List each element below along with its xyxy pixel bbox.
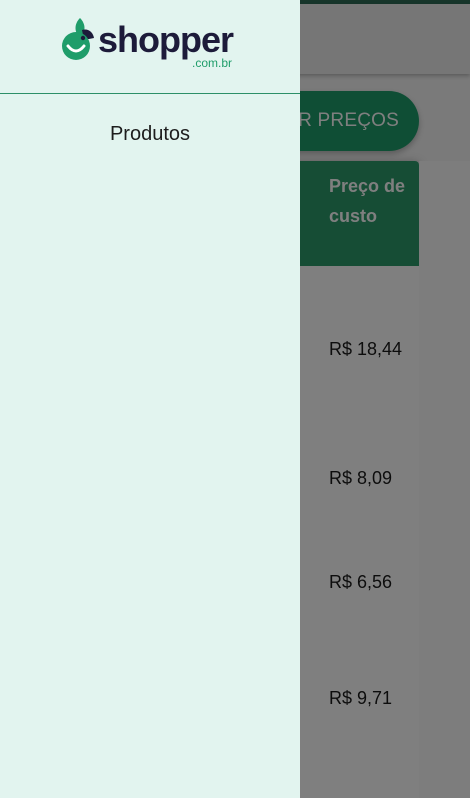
navigation-drawer: shopper .com.br Produtos [0,0,300,798]
drawer-header: shopper .com.br [0,0,300,94]
logo-wordmark: shopper [98,19,234,60]
logo-domain: .com.br [192,56,233,70]
shopper-logo[interactable]: shopper .com.br [60,16,240,72]
drawer-item-produtos[interactable]: Produtos [0,114,300,154]
shopping-bag-leaf-icon [62,18,94,60]
drawer-item-label: Produtos [109,122,191,145]
